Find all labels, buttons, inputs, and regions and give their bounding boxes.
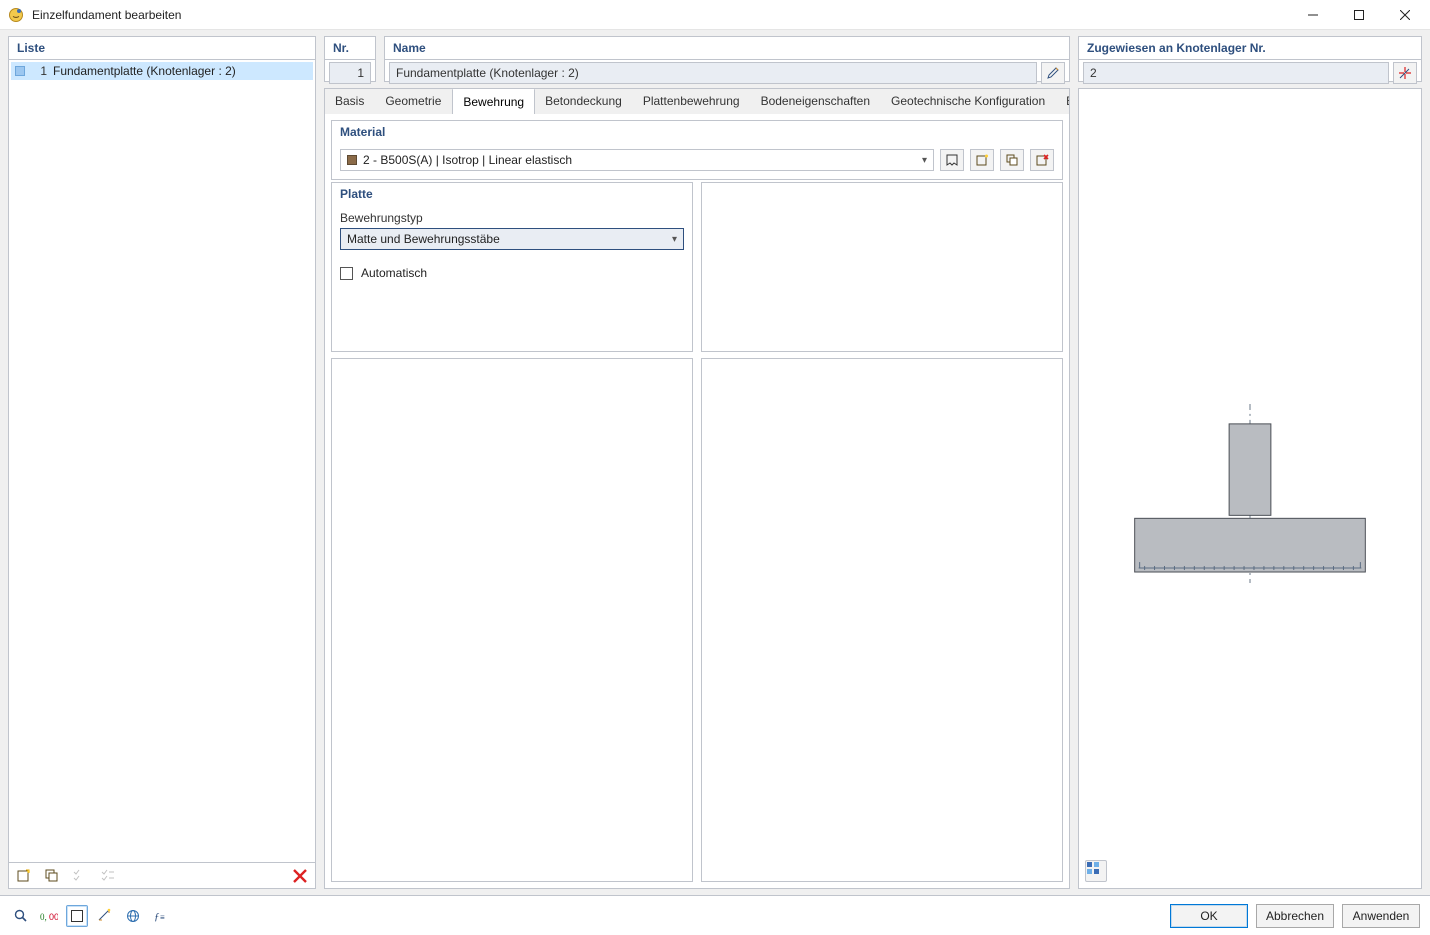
tab-geometrie[interactable]: Geometrie bbox=[375, 89, 452, 114]
footer-script-button[interactable]: ƒ≡ bbox=[150, 905, 172, 927]
name-box: Name bbox=[384, 36, 1070, 82]
platte-card: Platte Bewehrungstyp Matte und Bewehrung… bbox=[331, 182, 693, 352]
workspace: Liste 1 Fundamentplatte (Knotenlager : 2… bbox=[0, 30, 1430, 895]
preview-canvas[interactable] bbox=[1079, 89, 1421, 888]
list-panel: Liste 1 Fundamentplatte (Knotenlager : 2… bbox=[8, 36, 316, 889]
material-new-button[interactable] bbox=[970, 149, 994, 171]
platte-empty-card bbox=[701, 182, 1063, 352]
header-row: Nr. Name bbox=[324, 36, 1070, 82]
number-box: Nr. bbox=[324, 36, 376, 82]
minimize-button[interactable] bbox=[1290, 0, 1336, 30]
automatisch-checkbox[interactable]: Automatisch bbox=[340, 266, 684, 280]
copy-item-button[interactable] bbox=[41, 865, 63, 887]
material-combo[interactable]: 2 - B500S(A) | Isotrop | Linear elastisc… bbox=[340, 149, 934, 171]
assigned-pick-button[interactable] bbox=[1393, 62, 1417, 84]
bewehrungstyp-value: Matte und Bewehrungsstäbe bbox=[347, 232, 500, 246]
tab-bodeneigenschaften[interactable]: Bodeneigenschaften bbox=[751, 89, 881, 114]
title-bar: Einzelfundament bearbeiten bbox=[0, 0, 1430, 30]
tab-bar: Basis Geometrie Bewehrung Betondeckung P… bbox=[324, 88, 1070, 114]
tab-plattenbewehrung[interactable]: Plattenbewehrung bbox=[633, 89, 751, 114]
new-item-button[interactable] bbox=[13, 865, 35, 887]
checkbox-box bbox=[340, 267, 353, 280]
list-toolbar bbox=[9, 862, 315, 888]
ok-button[interactable]: OK bbox=[1170, 904, 1248, 928]
list-body[interactable]: 1 Fundamentplatte (Knotenlager : 2) bbox=[9, 60, 315, 862]
material-swatch bbox=[347, 155, 357, 165]
automatisch-label: Automatisch bbox=[361, 266, 427, 280]
delete-item-button[interactable] bbox=[289, 865, 311, 887]
list-item-1[interactable]: 1 Fundamentplatte (Knotenlager : 2) bbox=[11, 62, 313, 80]
footer-view-button[interactable] bbox=[66, 905, 88, 927]
edit-name-button[interactable] bbox=[1041, 62, 1065, 84]
center-column: Nr. Name Basis Geometrie Beweh bbox=[324, 36, 1070, 889]
assigned-input[interactable] bbox=[1083, 62, 1389, 84]
platte-row: Platte Bewehrungstyp Matte und Bewehrung… bbox=[331, 182, 1063, 352]
window-title: Einzelfundament bearbeiten bbox=[32, 8, 1290, 22]
apply-button[interactable]: Anwenden bbox=[1342, 904, 1420, 928]
bottom-right-card bbox=[701, 358, 1063, 882]
material-copy-button[interactable] bbox=[1000, 149, 1024, 171]
svg-text:0,: 0, bbox=[40, 912, 47, 922]
list-item-color-swatch bbox=[15, 66, 25, 76]
footer: 0,00 ƒ≡ OK Abbrechen Anwenden bbox=[0, 895, 1430, 935]
svg-text:≡: ≡ bbox=[160, 913, 165, 922]
assigned-header: Zugewiesen an Knotenlager Nr. bbox=[1079, 37, 1421, 60]
preview-options-button[interactable] bbox=[1085, 860, 1107, 882]
tab-geotechkonf[interactable]: Geotechnische Konfiguration bbox=[881, 89, 1056, 114]
name-header: Name bbox=[385, 37, 1069, 60]
maximize-button[interactable] bbox=[1336, 0, 1382, 30]
bottom-row bbox=[331, 358, 1063, 882]
material-delete-button[interactable] bbox=[1030, 149, 1054, 171]
list-item-label: Fundamentplatte (Knotenlager : 2) bbox=[53, 64, 236, 78]
material-library-button[interactable] bbox=[940, 149, 964, 171]
assigned-box: Zugewiesen an Knotenlager Nr. bbox=[1078, 36, 1422, 82]
name-input[interactable] bbox=[389, 62, 1037, 84]
footer-globe-button[interactable] bbox=[122, 905, 144, 927]
preview-panel bbox=[1078, 88, 1422, 889]
tab-bewehrung[interactable]: Bewehrung bbox=[452, 88, 535, 114]
close-button[interactable] bbox=[1382, 0, 1428, 30]
material-section: Material 2 - B500S(A) | Isotrop | Linear… bbox=[331, 120, 1063, 180]
bewehrungstyp-label: Bewehrungstyp bbox=[340, 211, 684, 225]
tab-basis[interactable]: Basis bbox=[325, 89, 375, 114]
material-header: Material bbox=[332, 121, 1062, 143]
number-header: Nr. bbox=[325, 37, 375, 60]
cancel-button[interactable]: Abbrechen bbox=[1256, 904, 1334, 928]
window-controls bbox=[1290, 0, 1428, 30]
right-column: Zugewiesen an Knotenlager Nr. bbox=[1078, 36, 1422, 889]
preview-svg bbox=[1079, 89, 1421, 888]
platte-header: Platte bbox=[332, 183, 692, 205]
number-input[interactable] bbox=[329, 62, 371, 84]
checklist-alt-button[interactable] bbox=[97, 865, 119, 887]
tab-content: Material 2 - B500S(A) | Isotrop | Linear… bbox=[324, 114, 1070, 889]
chevron-down-icon: ▾ bbox=[922, 155, 927, 166]
bewehrungstyp-select[interactable]: Matte und Bewehrungsstäbe ▾ bbox=[340, 228, 684, 250]
footer-units-button[interactable]: 0,00 bbox=[38, 905, 60, 927]
footer-search-button[interactable] bbox=[10, 905, 32, 927]
app-icon bbox=[8, 7, 24, 23]
material-value: 2 - B500S(A) | Isotrop | Linear elastisc… bbox=[363, 153, 572, 167]
footer-dimension-button[interactable] bbox=[94, 905, 116, 927]
chevron-down-icon: ▾ bbox=[672, 234, 677, 245]
bottom-left-card bbox=[331, 358, 693, 882]
footer-right-buttons: OK Abbrechen Anwenden bbox=[1170, 904, 1420, 928]
list-item-number: 1 bbox=[33, 64, 47, 78]
footer-left-tools: 0,00 ƒ≡ bbox=[10, 905, 172, 927]
checklist-button[interactable] bbox=[69, 865, 91, 887]
tab-betondeckung[interactable]: Betondeckung bbox=[535, 89, 633, 114]
tab-betonkonf[interactable]: Betonkonfiguration bbox=[1056, 89, 1070, 114]
list-header: Liste bbox=[9, 37, 315, 60]
svg-text:00: 00 bbox=[49, 912, 58, 922]
